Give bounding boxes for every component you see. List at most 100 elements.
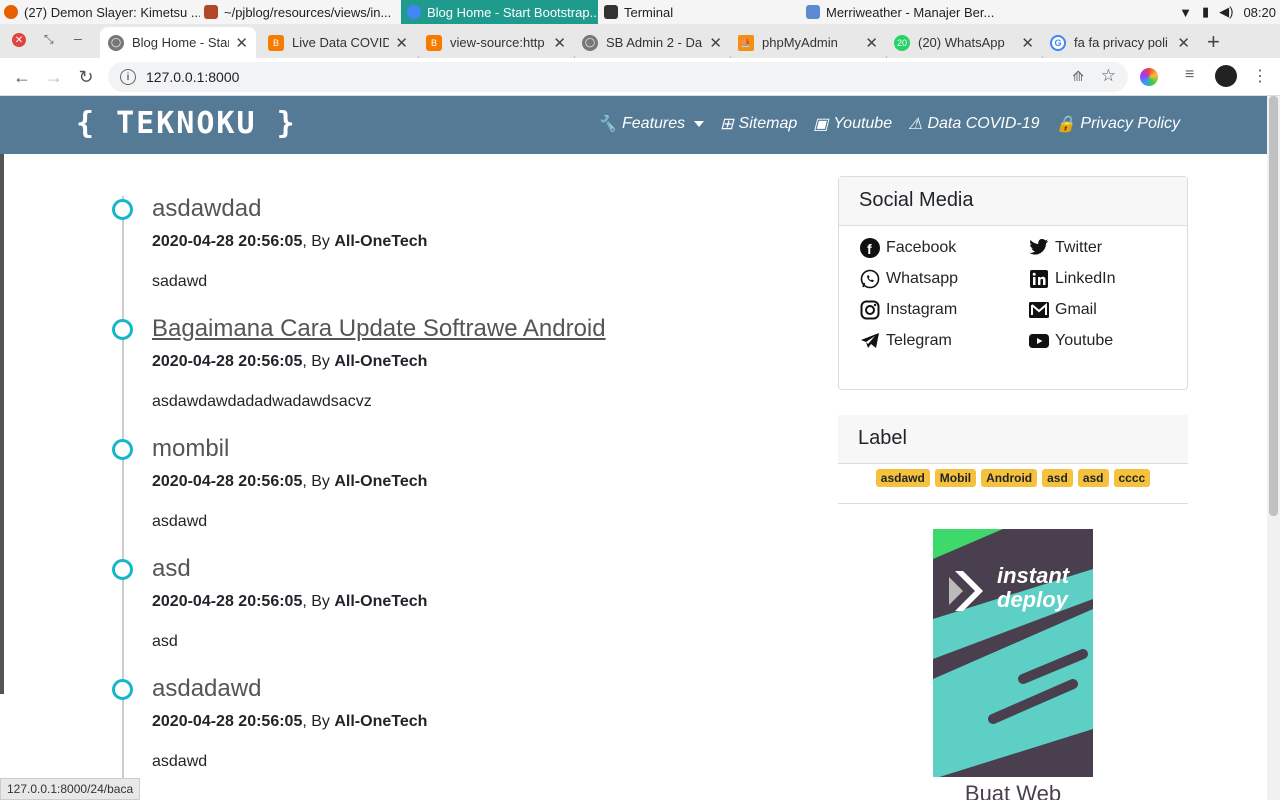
- window-minimize-icon[interactable]: –: [74, 30, 82, 46]
- url-text: 127.0.0.1:8000: [146, 69, 240, 85]
- reload-icon[interactable]: ↻: [74, 65, 98, 89]
- divider: [838, 503, 1188, 504]
- social-youtube[interactable]: Youtube: [1029, 329, 1179, 353]
- profile-avatar[interactable]: [1215, 65, 1237, 87]
- tab-whatsapp[interactable]: 20 (20) WhatsApp ✕: [886, 27, 1042, 58]
- ad-headline: instant deploy: [997, 564, 1069, 612]
- post-title[interactable]: mombil: [152, 435, 229, 463]
- advert-banner[interactable]: instant deploy Buat Web: [933, 529, 1093, 800]
- post-excerpt: asd: [152, 633, 178, 650]
- editor-icon: [204, 5, 218, 19]
- post-title[interactable]: asdadawd: [152, 675, 261, 703]
- nav-sitemap[interactable]: ⊞ Sitemap: [720, 114, 797, 134]
- post-author[interactable]: All-OneTech: [334, 233, 427, 250]
- post-title[interactable]: asdawdad: [152, 195, 261, 223]
- task-demon-slayer[interactable]: (27) Demon Slayer: Kimetsu ...: [4, 0, 200, 24]
- ad-cta[interactable]: Buat Web: [933, 777, 1093, 800]
- menu-kebab-icon[interactable]: ⋮: [1252, 66, 1268, 86]
- forward-icon[interactable]: →: [42, 65, 66, 89]
- post-author[interactable]: All-OneTech: [334, 713, 427, 730]
- post-item: asdawdad 2020-04-28 20:56:05, By All-One…: [112, 195, 792, 305]
- task-label: Terminal: [624, 4, 674, 20]
- post-by: , By: [302, 233, 335, 250]
- battery-icon[interactable]: ▮: [1202, 4, 1209, 20]
- nav-youtube[interactable]: ▣ Youtube: [813, 114, 892, 134]
- task-file-manager[interactable]: Merriweather - Manajer Ber...: [806, 0, 1002, 24]
- tab-live-data-covid[interactable]: B Live Data COVID ✕: [260, 27, 416, 58]
- timeline-dot: [112, 559, 133, 580]
- window-close-icon[interactable]: ✕: [12, 33, 26, 47]
- info-icon[interactable]: i: [120, 69, 136, 85]
- social-label: Telegram: [886, 332, 952, 349]
- tab-label: (20) WhatsApp: [918, 35, 1005, 50]
- post-date: 2020-04-28 20:56:05: [152, 593, 303, 610]
- page-scrollbar[interactable]: [1267, 96, 1280, 800]
- tag-badge[interactable]: asdawd: [875, 469, 930, 487]
- post-author[interactable]: All-OneTech: [334, 593, 427, 610]
- social-instagram[interactable]: Instagram: [860, 298, 1029, 322]
- tab-blog-home[interactable]: ◯ Blog Home - Star ✕: [100, 27, 256, 58]
- nav-data-covid[interactable]: ⚠ Data COVID-19: [908, 114, 1039, 134]
- extension-color-icon[interactable]: [1140, 68, 1158, 86]
- phpmyadmin-icon: ⛵: [738, 34, 754, 51]
- url-field[interactable]: i 127.0.0.1:8000 ⟰ ☆: [108, 62, 1128, 92]
- label-card: Label asdawd Mobil Android asd asd cccc: [838, 415, 1188, 505]
- post-author[interactable]: All-OneTech: [334, 353, 427, 370]
- tab-close-icon[interactable]: ✕: [709, 34, 722, 52]
- tag-badge[interactable]: asd: [1077, 469, 1109, 487]
- task-terminal[interactable]: Terminal: [604, 0, 794, 24]
- tab-sb-admin[interactable]: ◯ SB Admin 2 - Da ✕: [574, 27, 730, 58]
- site-brand-logo[interactable]: { TEKNOKU }: [76, 106, 297, 141]
- tag-badge[interactable]: cccc: [1113, 469, 1151, 487]
- social-gmail[interactable]: Gmail: [1029, 298, 1179, 322]
- instagram-icon: [860, 300, 880, 320]
- blogger-icon: B: [426, 34, 442, 51]
- translate-icon[interactable]: ⟰: [1072, 68, 1084, 85]
- tab-label: fa fa privacy poli: [1074, 35, 1168, 50]
- bookmark-star-icon[interactable]: ☆: [1101, 66, 1116, 86]
- social-whatsapp[interactable]: Whatsapp: [860, 267, 1029, 291]
- wifi-icon[interactable]: ▼: [1179, 5, 1192, 20]
- social-facebook[interactable]: f Facebook: [860, 236, 1029, 260]
- post-date: 2020-04-28 20:56:05: [152, 233, 303, 250]
- post-title[interactable]: asd: [152, 555, 191, 583]
- new-tab-icon[interactable]: +: [1207, 29, 1220, 55]
- nav-privacy-policy[interactable]: 🔒 Privacy Policy: [1056, 114, 1181, 134]
- tag-badge[interactable]: Mobil: [934, 469, 977, 487]
- volume-icon[interactable]: ◀): [1219, 4, 1233, 20]
- tab-close-icon[interactable]: ✕: [865, 34, 878, 52]
- task-blog-home[interactable]: Blog Home - Start Bootstrap...: [401, 0, 598, 24]
- tag-badge[interactable]: asd: [1042, 469, 1073, 487]
- social-linkedin[interactable]: LinkedIn: [1029, 267, 1179, 291]
- tab-google-search[interactable]: G fa fa privacy poli ✕: [1042, 27, 1198, 58]
- social-twitter[interactable]: Twitter: [1029, 236, 1179, 260]
- tab-close-icon[interactable]: ✕: [553, 34, 566, 52]
- page-left-edge: [0, 154, 4, 694]
- tab-close-icon[interactable]: ✕: [395, 34, 408, 52]
- social-label: Whatsapp: [886, 270, 959, 287]
- nav-label: Data COVID-19: [927, 115, 1040, 132]
- post-item: asd 2020-04-28 20:56:05, By All-OneTech …: [112, 555, 792, 665]
- telegram-icon: [860, 331, 880, 351]
- post-author[interactable]: All-OneTech: [334, 473, 427, 490]
- tab-view-source[interactable]: B view-source:http ✕: [418, 27, 574, 58]
- social-telegram[interactable]: Telegram: [860, 329, 1029, 353]
- folder-icon: [806, 5, 820, 19]
- timeline-dot: [112, 439, 133, 460]
- scrollbar-thumb[interactable]: [1269, 96, 1278, 516]
- chrome-icon: [407, 5, 421, 19]
- window-restore-icon[interactable]: ⤡: [44, 32, 54, 47]
- tab-phpmyadmin[interactable]: ⛵ phpMyAdmin ✕: [730, 27, 886, 58]
- post-title[interactable]: Bagaimana Cara Update Softrawe Android: [152, 315, 606, 343]
- tab-close-icon[interactable]: ✕: [235, 34, 248, 52]
- back-icon[interactable]: ←: [10, 65, 34, 89]
- media-controls-icon[interactable]: ≡: [1185, 66, 1194, 84]
- task-label: Merriweather - Manajer Ber...: [826, 4, 995, 20]
- clock[interactable]: 08:20: [1243, 5, 1276, 20]
- tag-badge[interactable]: Android: [981, 469, 1038, 487]
- nav-features[interactable]: 🔧 Features: [597, 114, 705, 134]
- tab-close-icon[interactable]: ✕: [1177, 34, 1190, 52]
- task-editor[interactable]: ~/pjblog/resources/views/in...: [204, 0, 400, 24]
- post-date: 2020-04-28 20:56:05: [152, 353, 303, 370]
- tab-close-icon[interactable]: ✕: [1021, 34, 1034, 52]
